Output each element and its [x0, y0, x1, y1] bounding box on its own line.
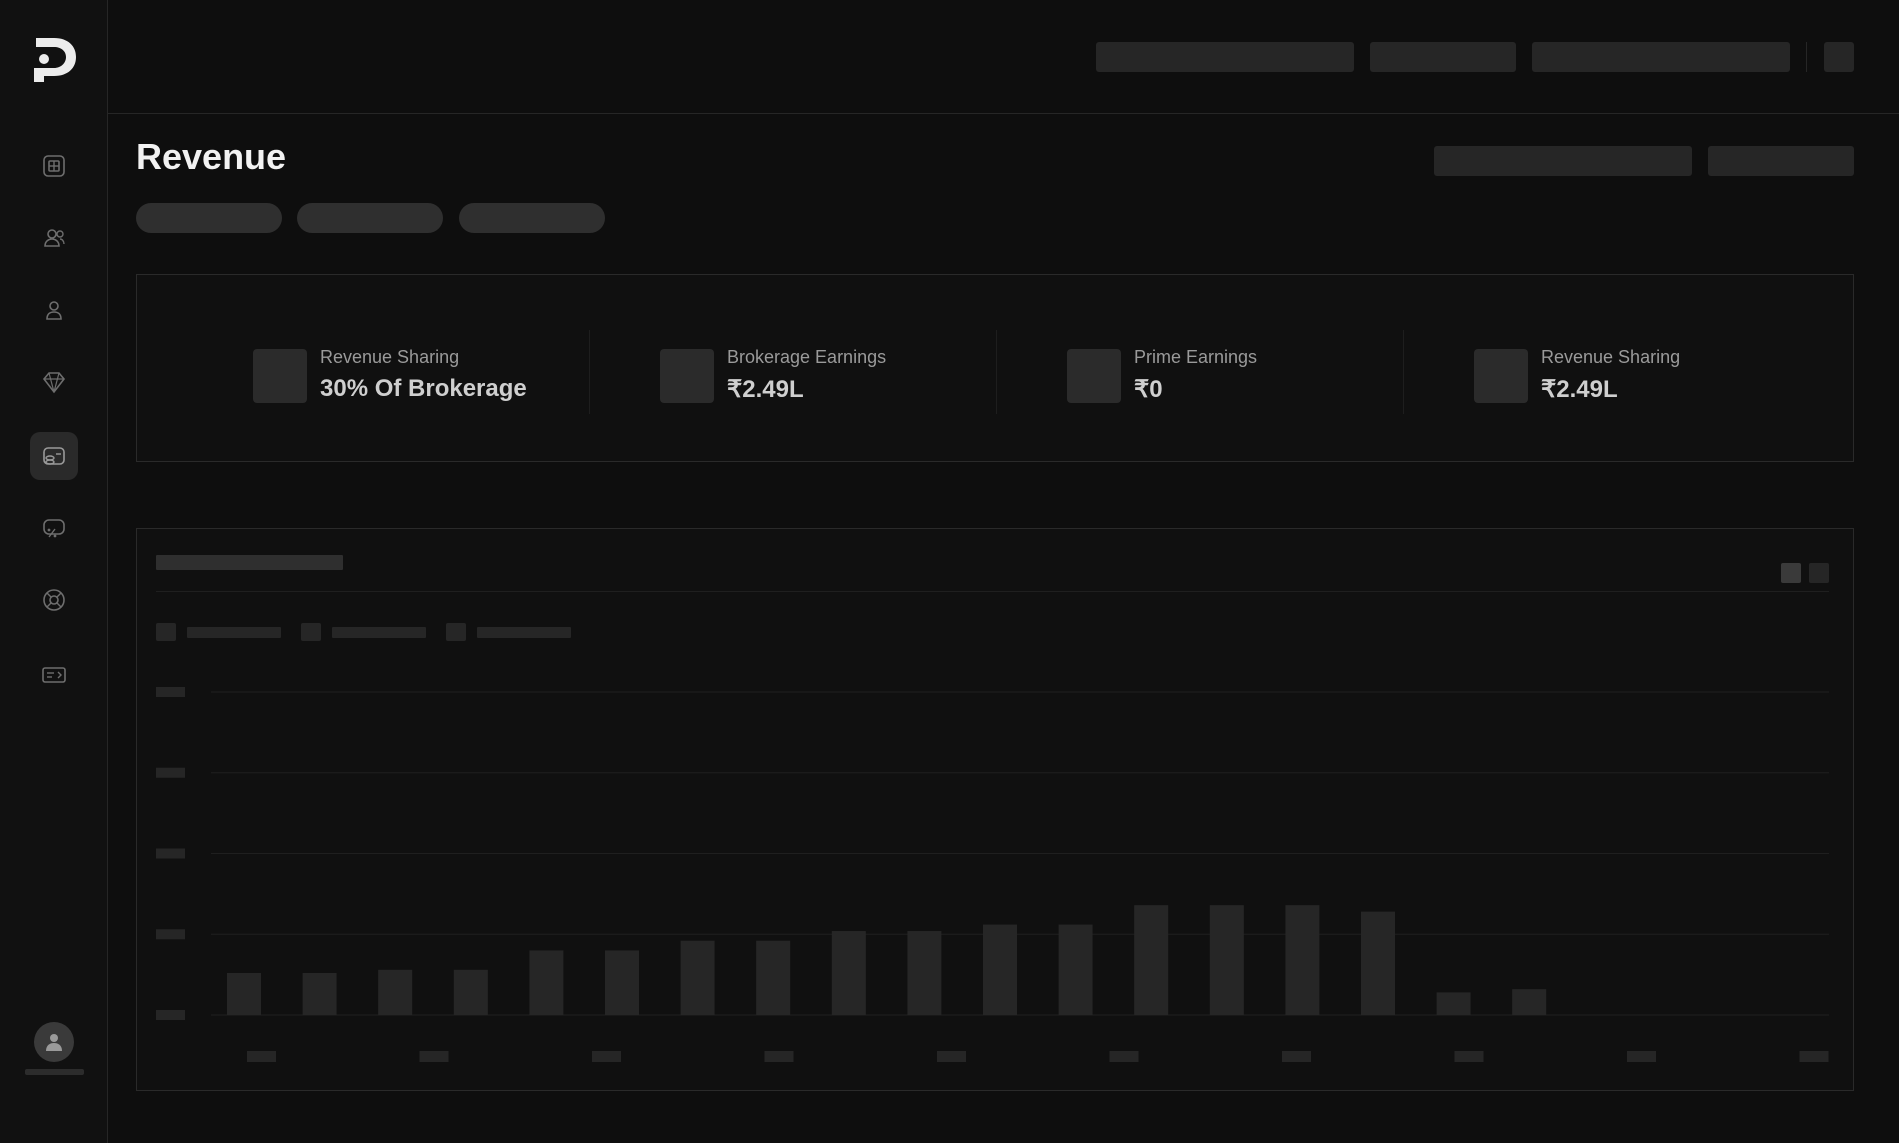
topbar-placeholder-4[interactable]: [1824, 42, 1854, 72]
x-tick-label-placeholder: [1454, 1051, 1484, 1062]
tab-placeholder-3[interactable]: [459, 203, 605, 233]
stat-icon-placeholder: [1474, 349, 1528, 403]
x-tick-label-placeholder: [1799, 1051, 1829, 1062]
dashboard-icon: [43, 155, 65, 177]
nav-revenue[interactable]: [30, 432, 78, 480]
topbar-placeholder-2[interactable]: [1370, 42, 1516, 72]
header-action-placeholder-1[interactable]: [1434, 146, 1692, 176]
stat-divider: [589, 330, 590, 414]
chart-bar[interactable]: [1436, 992, 1471, 1015]
stat-value: ₹2.49L: [1541, 376, 1618, 403]
x-tick-label-placeholder: [764, 1051, 794, 1062]
chart-bar[interactable]: [529, 950, 564, 1015]
stat-icon-placeholder: [660, 349, 714, 403]
chart-bar[interactable]: [907, 931, 942, 1015]
topbar-divider: [1806, 42, 1807, 72]
stat-divider: [1403, 330, 1404, 414]
y-tick-label-placeholder: [156, 929, 185, 940]
x-tick-label-placeholder: [592, 1051, 621, 1062]
chart-bar[interactable]: [680, 940, 715, 1015]
header-action-placeholder-2[interactable]: [1708, 146, 1854, 176]
top-bar: [108, 0, 1899, 114]
chart-bar[interactable]: [378, 969, 413, 1015]
avatar-name-placeholder: [25, 1069, 84, 1075]
revenue-bar-chart: [156, 687, 1829, 1062]
stat-value: ₹2.49L: [727, 376, 804, 403]
support-icon: [43, 589, 65, 611]
stat-label: Brokerage Earnings: [727, 347, 887, 367]
topbar-placeholder-1[interactable]: [1096, 42, 1354, 72]
chart-bar[interactable]: [1361, 911, 1395, 1015]
chart-bar[interactable]: [227, 973, 261, 1015]
sidebar: [0, 0, 108, 1143]
chart-bar[interactable]: [1134, 905, 1169, 1015]
stat-label: Revenue Sharing: [320, 347, 460, 367]
chart-bar[interactable]: [605, 950, 639, 1015]
y-tick-label-placeholder: [156, 687, 185, 697]
revenue-chart-card: [136, 528, 1854, 1091]
nav-support[interactable]: [30, 576, 78, 624]
chart-bar[interactable]: [983, 924, 1017, 1015]
chart-bar[interactable]: [1209, 905, 1244, 1015]
brand-logo-icon[interactable]: [30, 32, 80, 84]
x-tick-label-placeholder: [1282, 1051, 1311, 1062]
chart-bar[interactable]: [453, 969, 488, 1015]
users-icon: [44, 229, 65, 247]
tab-placeholder-1[interactable]: [136, 203, 282, 233]
nav-profile[interactable]: [30, 286, 78, 334]
stat-label: Revenue Sharing: [1541, 347, 1681, 367]
ticket-icon: [42, 667, 66, 683]
stat-icon-placeholder: [1067, 349, 1121, 403]
x-tick-label-placeholder: [937, 1051, 966, 1062]
chart-bar[interactable]: [302, 973, 337, 1015]
nav-users[interactable]: [30, 214, 78, 262]
user-icon: [46, 301, 62, 320]
revenue-icon: [43, 447, 65, 465]
avatar-person-icon: [46, 1034, 62, 1051]
nav-offers[interactable]: [30, 504, 78, 552]
stat-value: ₹0: [1134, 376, 1163, 403]
y-tick-label-placeholder: [156, 767, 185, 778]
chart-bar[interactable]: [831, 931, 866, 1015]
x-tick-label-placeholder: [1109, 1051, 1139, 1062]
stat-label: Prime Earnings: [1134, 347, 1258, 367]
stat-divider: [996, 330, 997, 414]
nav-tickets[interactable]: [30, 651, 78, 699]
stats-card: Revenue Sharing 30% Of Brokerage Brokera…: [136, 274, 1854, 462]
y-tick-label-placeholder: [156, 1010, 185, 1020]
chart-bar[interactable]: [1285, 905, 1320, 1015]
chart-bar[interactable]: [1512, 989, 1547, 1015]
y-tick-label-placeholder: [156, 848, 185, 859]
page-title: Revenue: [136, 136, 287, 177]
nav-dashboard[interactable]: [30, 142, 78, 190]
x-tick-label-placeholder: [247, 1051, 276, 1062]
tab-placeholder-2[interactable]: [297, 203, 443, 233]
chart-bar[interactable]: [756, 940, 791, 1015]
diamond-icon: [42, 372, 66, 394]
stat-icon-placeholder: [253, 349, 307, 403]
nav-premium[interactable]: [30, 358, 78, 406]
topbar-placeholder-3[interactable]: [1532, 42, 1790, 72]
x-tick-label-placeholder: [419, 1051, 449, 1062]
stat-value: 30% Of Brokerage: [320, 375, 527, 402]
percent-icon: [43, 519, 65, 538]
user-avatar[interactable]: [34, 1022, 74, 1062]
x-tick-label-placeholder: [1627, 1051, 1656, 1062]
chart-bar[interactable]: [1058, 924, 1093, 1015]
